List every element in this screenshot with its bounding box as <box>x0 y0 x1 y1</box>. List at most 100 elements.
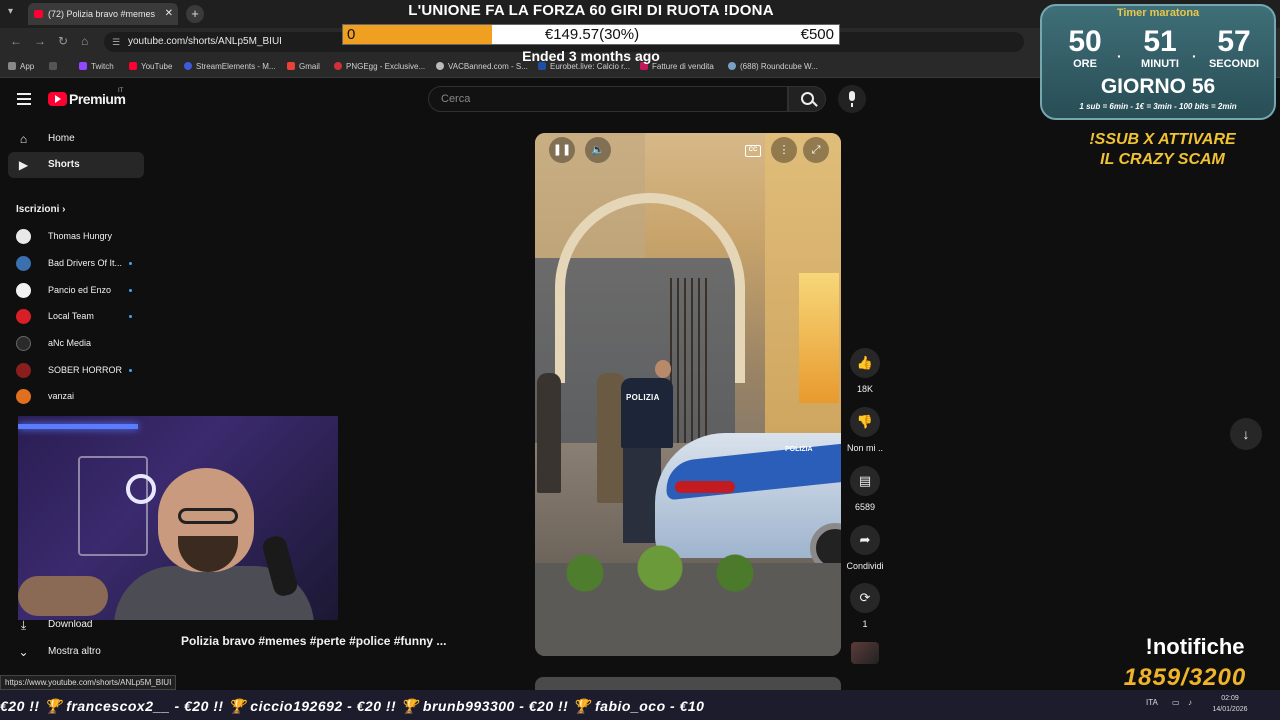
sound-thumbnail[interactable] <box>851 642 879 664</box>
sidebar-item-show-more[interactable]: ⌄ Mostra altro <box>8 639 144 665</box>
voice-search-button[interactable] <box>838 85 866 113</box>
timer-hours-label: ORE <box>1073 58 1097 70</box>
bookmark-twitch[interactable]: Twitch <box>79 62 114 71</box>
volume-icon[interactable]: 🔈 <box>585 137 611 163</box>
more-options-icon[interactable]: ⋮ <box>771 137 797 163</box>
grid-icon <box>49 62 57 70</box>
like-count: 18K <box>856 384 873 394</box>
shop-window <box>799 273 839 403</box>
browser-tab[interactable]: (72) Polizia bravo #memes ✕ <box>28 3 178 25</box>
glasses <box>178 508 238 524</box>
home-nav-icon[interactable]: ⌂ <box>81 34 88 48</box>
youtube-logo-icon[interactable] <box>48 92 67 106</box>
forward-icon[interactable]: → <box>34 34 46 48</box>
goal-status: Ended 3 months ago <box>522 48 660 64</box>
close-tab-icon[interactable]: ✕ <box>165 3 173 25</box>
pause-icon[interactable]: ❚❚ <box>549 137 575 163</box>
bystander <box>537 373 561 493</box>
remix-icon[interactable]: ⟳ <box>850 583 880 613</box>
back-icon[interactable]: ← <box>10 34 22 48</box>
avatar <box>16 256 31 271</box>
like-action[interactable]: 👍 18K <box>845 348 885 394</box>
bookmark-streamelements[interactable]: StreamElements - M... <box>184 62 276 71</box>
bookmark-youtube[interactable]: YouTube <box>129 62 172 71</box>
clock-date: 14/01/2026 <box>1212 706 1248 713</box>
taskbar-clock[interactable]: 02:09 14/01/2026 <box>1205 693 1255 715</box>
bookmark-item[interactable] <box>49 62 61 71</box>
led-strip <box>18 424 138 429</box>
menu-icon[interactable] <box>17 93 31 105</box>
timer-minutes: 51 <box>1143 25 1177 58</box>
pngegg-icon <box>334 62 342 70</box>
chevron-right-icon: › <box>62 204 66 215</box>
comments-count: 6589 <box>854 502 876 512</box>
subscription-item[interactable]: Pancio ed Enzo <box>16 282 146 302</box>
timer-seconds-label: SECONDI <box>1208 58 1260 70</box>
next-short-preview[interactable] <box>535 677 841 691</box>
comment-icon[interactable]: ▤ <box>850 466 880 496</box>
bookmark-apps[interactable]: App <box>8 62 34 71</box>
donation-ticker: €20 !! 🏆 francescox2__ - €20 !! 🏆 ciccio… <box>0 698 705 714</box>
new-content-dot <box>129 369 132 372</box>
avatar <box>16 229 31 244</box>
language-indicator[interactable]: ITA <box>1146 698 1158 707</box>
subscriptions-heading[interactable]: Iscrizioni › <box>16 204 65 215</box>
tab-title: (72) Polizia bravo #memes <box>48 9 156 19</box>
timer-minutes-label: MINUTI <box>1141 58 1179 70</box>
goal-end: €500 <box>800 26 834 43</box>
tab-search-icon[interactable]: ▾ <box>8 6 13 17</box>
iron-gate <box>670 278 710 448</box>
remix-action[interactable]: ⟳ 1 <box>845 583 885 629</box>
dislike-action[interactable]: 👎 Non mi .. <box>845 407 885 453</box>
site-info-icon[interactable]: ☰ <box>112 32 120 52</box>
comments-action[interactable]: ▤ 6589 <box>845 466 885 512</box>
search-button[interactable] <box>788 86 826 112</box>
donation-goal-bar: 0 €149.57(30%) €500 <box>342 24 840 45</box>
notifiche-command: !notifiche <box>1145 634 1245 659</box>
subscription-item[interactable]: SOBER HORROR ... <box>16 362 146 382</box>
url-text: youtube.com/shorts/ANLp5M_BIUI <box>128 36 282 47</box>
country-code: IT <box>118 88 124 94</box>
timer-hours: 50 <box>1068 25 1102 58</box>
next-video-arrow-icon[interactable]: ↓ <box>1230 418 1262 450</box>
sidebar-item-shorts[interactable]: ▶ Shorts <box>8 152 144 178</box>
share-icon[interactable]: ➦ <box>850 525 880 555</box>
sidebar-item-home[interactable]: ⌂ Home <box>8 126 144 152</box>
subscription-item[interactable]: vanzai <box>16 388 146 408</box>
home-icon: ⌂ <box>19 132 28 146</box>
new-content-dot <box>129 315 132 318</box>
donation-goal-title: L'UNIONE FA LA FORZA 60 GIRI DI RUOTA !D… <box>408 2 774 19</box>
subscription-item[interactable]: Local Team <box>16 308 146 328</box>
officer-head <box>655 360 671 378</box>
twitch-icon <box>79 62 87 70</box>
bookmark-gmail[interactable]: Gmail <box>287 62 320 71</box>
marathon-timer: Timer maratona 50 51 57 · · ORE MINUTI S… <box>1040 4 1276 120</box>
youtube-premium-logo[interactable]: Premium <box>69 91 126 107</box>
short-title[interactable]: Polizia bravo #memes #perte #police #fun… <box>181 634 446 648</box>
fullscreen-icon[interactable]: ⤢ <box>803 137 829 163</box>
shorts-player[interactable]: POLIZIA POLIZIA ❚❚ 🔈 CC ⋮ ⤢ <box>535 133 841 656</box>
youtube-icon <box>129 62 137 70</box>
captions-icon[interactable]: CC <box>745 145 761 157</box>
speaker-icon[interactable]: ♪ <box>1188 698 1192 707</box>
share-label: Condividi <box>846 561 884 571</box>
shelf <box>78 456 148 556</box>
subscription-item[interactable]: Bad Drivers Of It... <box>16 255 146 275</box>
police-car-text: POLIZIA <box>785 446 813 453</box>
subscription-item[interactable]: aNc Media <box>16 335 146 355</box>
ring-light <box>126 474 156 504</box>
officer-jacket-text: POLIZIA <box>626 393 660 402</box>
chevron-down-icon: ⌄ <box>18 645 29 659</box>
share-action[interactable]: ➦ Condividi <box>845 525 885 571</box>
streamelements-icon <box>184 62 192 70</box>
thumbs-up-icon[interactable]: 👍 <box>850 348 880 378</box>
thumbs-down-icon[interactable]: 👎 <box>850 407 880 437</box>
reload-icon[interactable]: ↻ <box>58 34 68 48</box>
sub-goal-counter: 1859/3200 <box>1123 664 1247 691</box>
gmail-icon <box>287 62 295 70</box>
network-icon[interactable]: ▭ <box>1172 698 1180 707</box>
stone-arch <box>555 193 745 383</box>
new-tab-button[interactable]: + <box>186 5 204 23</box>
search-input[interactable]: Cerca <box>428 86 788 112</box>
subscription-item[interactable]: Thomas Hungry <box>16 228 146 248</box>
